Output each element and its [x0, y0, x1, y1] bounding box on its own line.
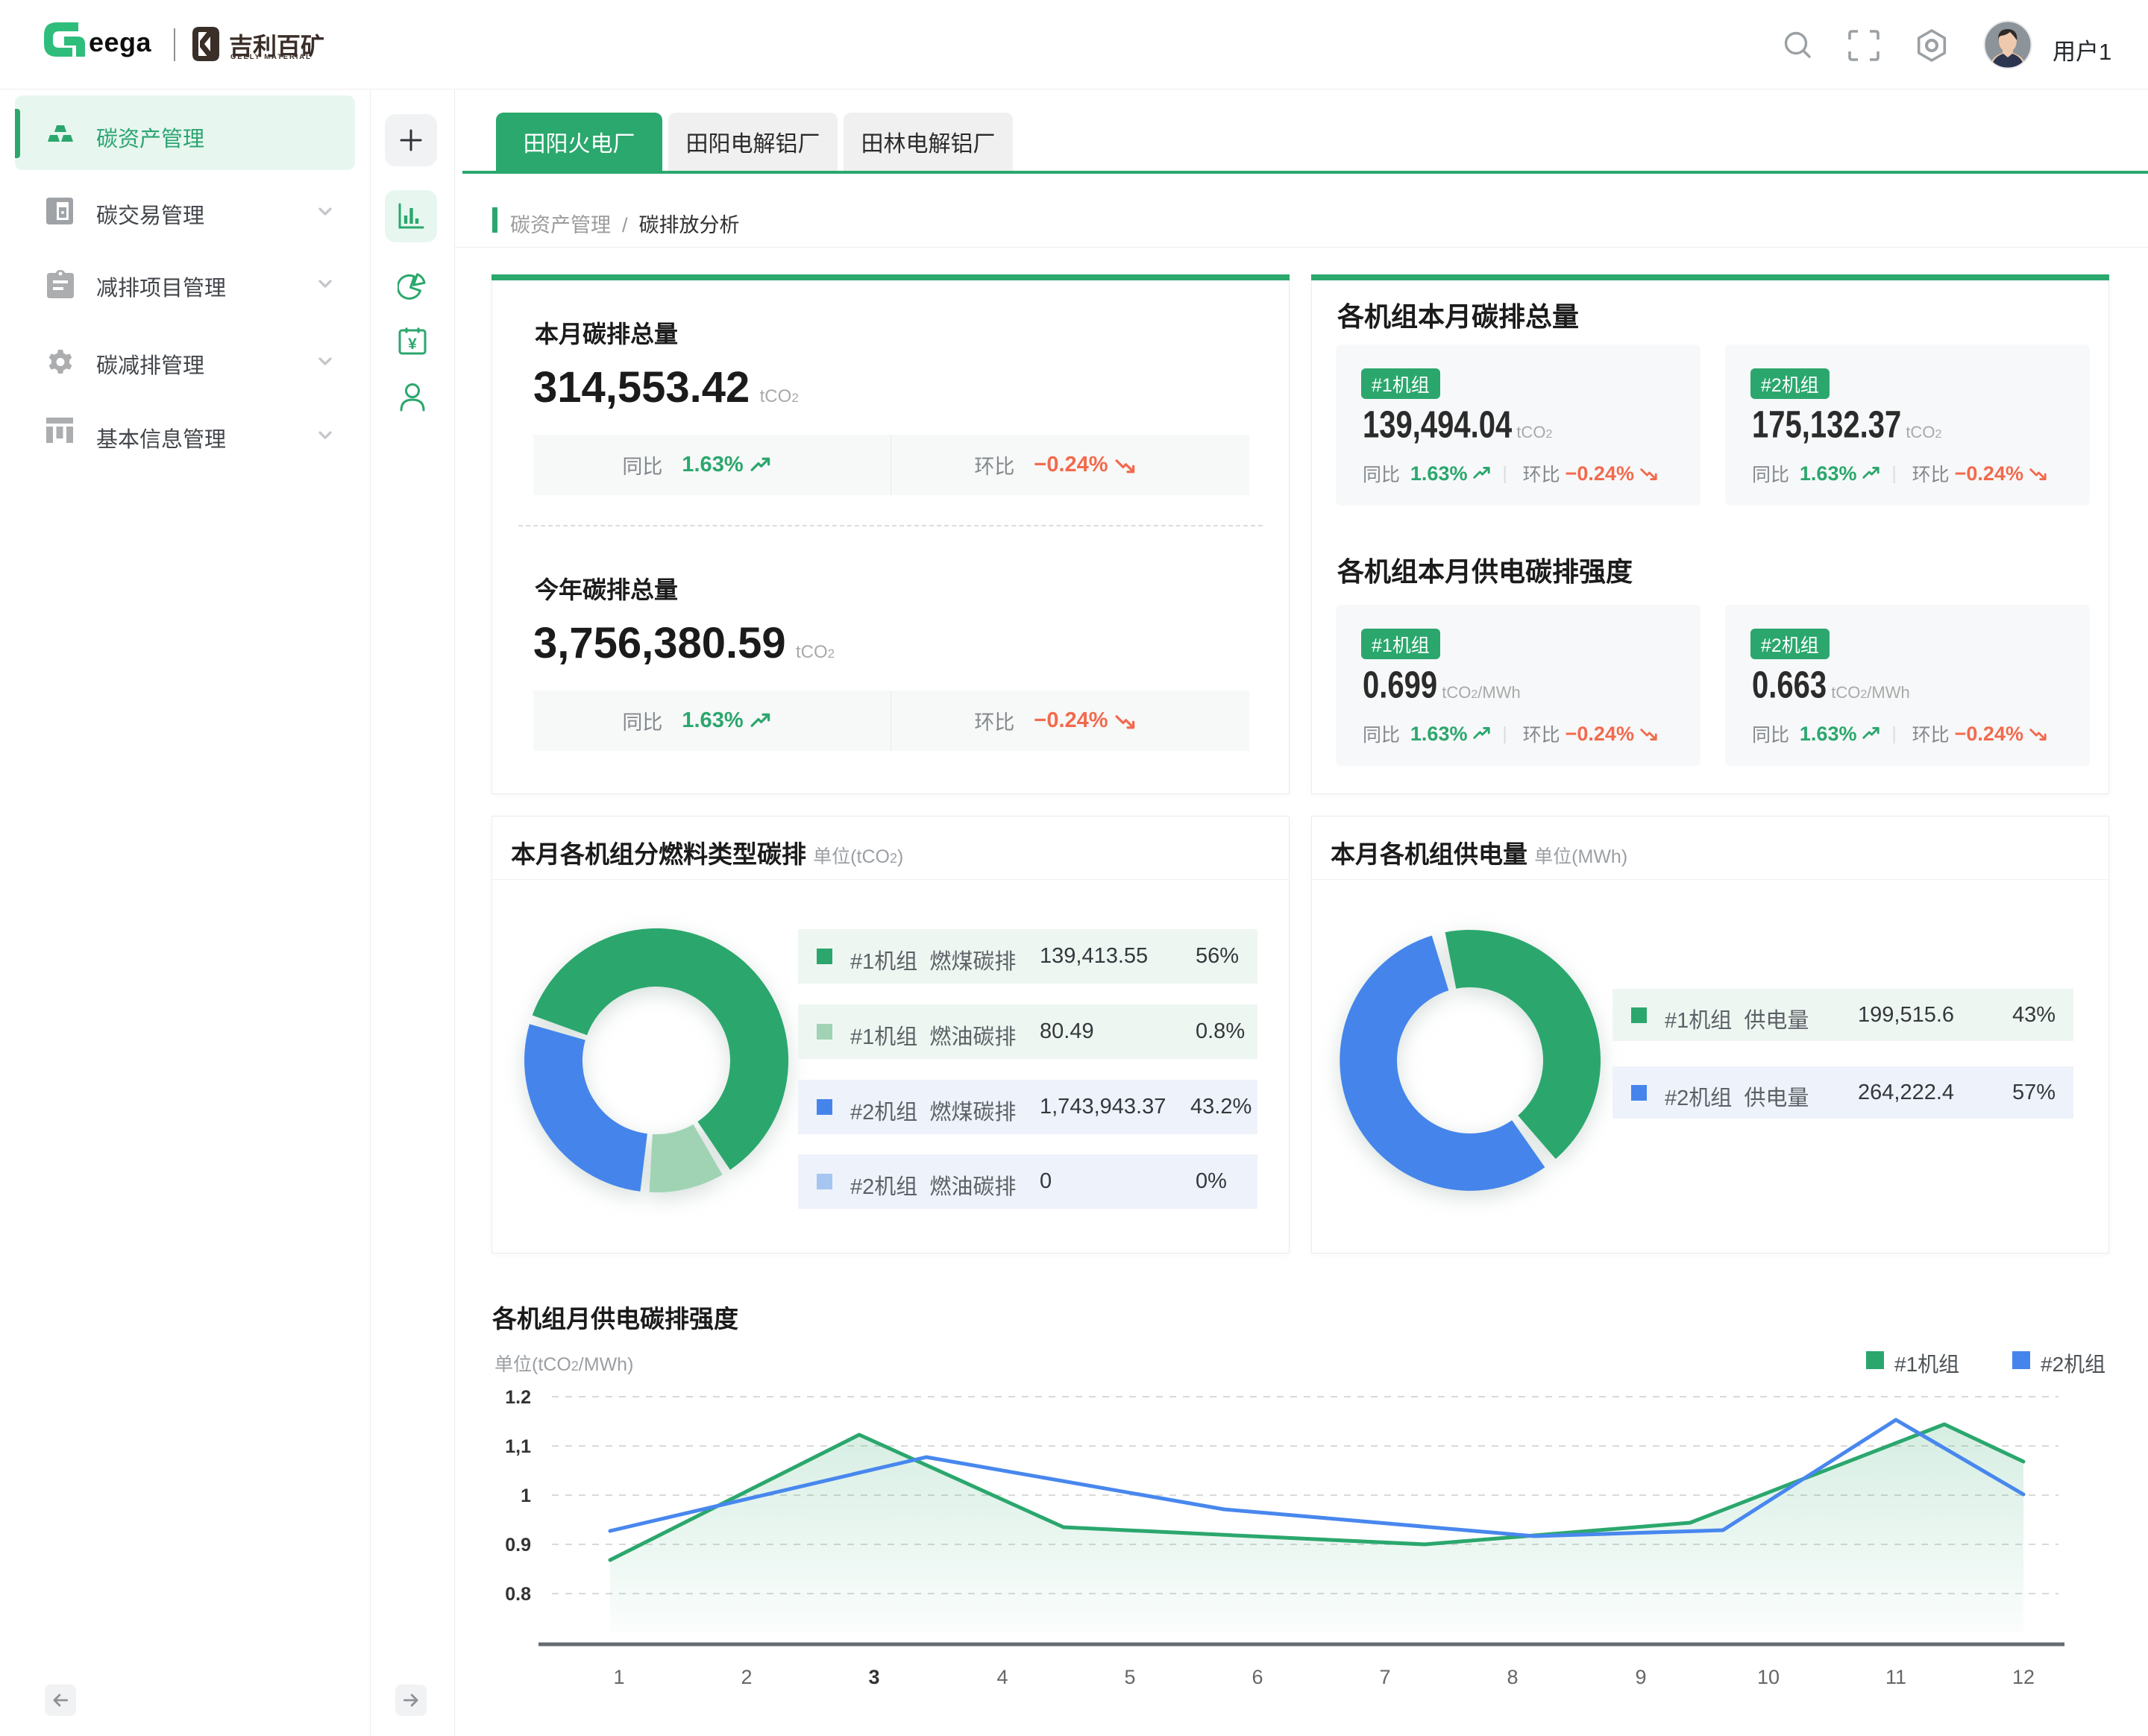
svg-text:2: 2 [741, 1666, 752, 1688]
svg-text:4: 4 [996, 1666, 1008, 1688]
svg-text:1: 1 [613, 1666, 624, 1688]
svg-text:5: 5 [1124, 1666, 1135, 1688]
svg-text:1: 1 [521, 1485, 531, 1506]
svg-text:1.2: 1.2 [505, 1387, 531, 1408]
svg-text:0.8: 0.8 [505, 1584, 531, 1605]
svg-text:1,1: 1,1 [505, 1436, 531, 1457]
svg-text:0.9: 0.9 [505, 1535, 531, 1556]
svg-text:8: 8 [1507, 1666, 1518, 1688]
svg-text:6: 6 [1252, 1666, 1263, 1688]
svg-text:12: 12 [2012, 1666, 2035, 1688]
svg-text:11: 11 [1885, 1666, 1906, 1688]
svg-text:10: 10 [1757, 1666, 1780, 1688]
svg-text:9: 9 [1635, 1666, 1646, 1688]
svg-text:7: 7 [1379, 1666, 1390, 1688]
svg-text:3: 3 [868, 1666, 879, 1688]
